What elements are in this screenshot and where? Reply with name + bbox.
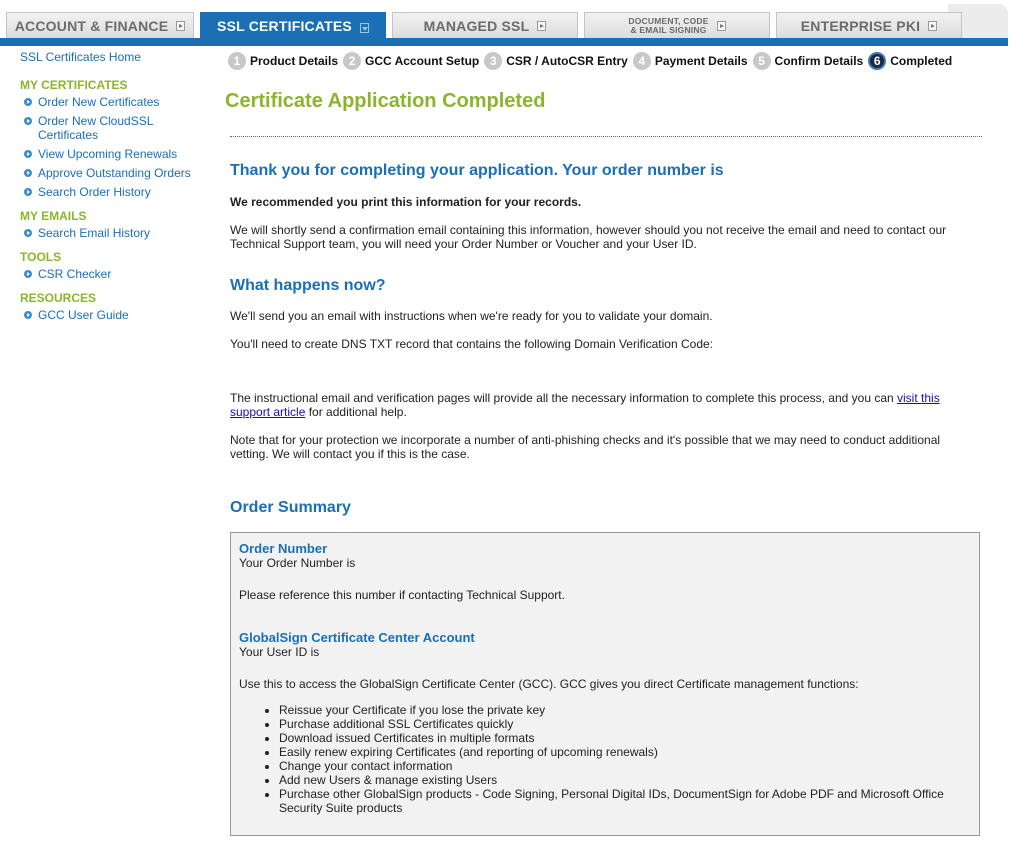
step-gcc-account-setup: 2 GCC Account Setup — [343, 52, 479, 70]
list-item: Easily renew expiring Certificates (and … — [279, 745, 959, 759]
sidebar-item-order-new-cloudssl[interactable]: Order New CloudSSL Certificates — [20, 114, 210, 142]
top-navigation: ACCOUNT & FINANCE SSL CERTIFICATES MANAG… — [0, 0, 1012, 46]
arrow-bullet-icon — [24, 98, 32, 106]
sidebar-section-my-certificates: MY CERTIFICATES Order New Certificates O… — [20, 78, 210, 199]
play-arrow-icon — [716, 20, 726, 31]
sidebar-section-title: RESOURCES — [20, 291, 97, 305]
sidebar: SSL Certificates Home MY CERTIFICATES Or… — [20, 50, 210, 332]
step-number: 3 — [484, 52, 503, 70]
tab-label: ACCOUNT & FINANCE — [14, 17, 169, 34]
play-arrow-icon — [928, 20, 938, 31]
anti-phishing-text: Note that for your protection we incorpo… — [230, 433, 941, 461]
tab-label-line2: & EMAIL SIGNING — [630, 24, 707, 35]
sidebar-item-search-email-history[interactable]: Search Email History — [20, 226, 210, 240]
sidebar-section-title: MY EMAILS — [20, 209, 87, 223]
tab-document-code-email-signing[interactable]: DOCUMENT, CODE & EMAIL SIGNING — [584, 12, 770, 38]
sidebar-item-gcc-user-guide[interactable]: GCC User Guide — [20, 308, 210, 322]
sidebar-item-label[interactable]: Order New CloudSSL Certificates — [38, 114, 168, 142]
print-notice: We recommended you print this informatio… — [230, 195, 582, 209]
arrow-bullet-icon — [24, 311, 32, 319]
tab-label: MANAGED SSL — [423, 17, 530, 34]
step-label: Payment Details — [654, 54, 748, 68]
sidebar-section-my-emails: MY EMAILS Search Email History — [20, 209, 210, 240]
confirmation-email-text: We will shortly send a confirmation emai… — [230, 223, 947, 251]
page-title: Certificate Application Completed — [225, 90, 546, 112]
step-number: 2 — [343, 52, 362, 70]
sidebar-item-approve-outstanding-orders[interactable]: Approve Outstanding Orders — [20, 166, 210, 180]
step-number: 6 — [868, 52, 887, 70]
user-id-text: Your User ID is — [239, 645, 320, 659]
sidebar-item-label[interactable]: Order New Certificates — [38, 95, 159, 109]
send-email-text: We'll send you an email with instruction… — [230, 309, 713, 323]
tab-enterprise-pki[interactable]: ENTERPRISE PKI — [776, 12, 962, 38]
sidebar-link-ssl-home[interactable]: SSL Certificates Home — [20, 50, 210, 64]
step-completed: 6 Completed — [868, 52, 952, 70]
nav-underline — [0, 38, 1008, 46]
sidebar-item-label[interactable]: Search Email History — [38, 226, 150, 240]
instructional-text-end: for additional help. — [305, 405, 407, 419]
step-number: 5 — [752, 52, 771, 70]
step-payment-details: 4 Payment Details — [632, 52, 748, 70]
arrow-bullet-icon — [24, 229, 32, 237]
step-product-details: 1 Product Details — [228, 52, 338, 70]
step-number: 1 — [228, 52, 246, 70]
list-item: Purchase additional SSL Certificates qui… — [279, 717, 959, 731]
sidebar-item-label[interactable]: GCC User Guide — [38, 308, 129, 322]
play-arrow-icon — [176, 20, 186, 31]
gcc-function-list: Reissue your Certificate if you lose the… — [279, 703, 959, 815]
tab-ssl-certificates[interactable]: SSL CERTIFICATES — [200, 12, 386, 46]
tab-label: ENTERPRISE PKI — [800, 17, 921, 34]
sidebar-item-label[interactable]: View Upcoming Renewals — [38, 147, 177, 161]
list-item: Purchase other GlobalSign products - Cod… — [279, 787, 959, 815]
what-happens-now-heading: What happens now? — [230, 277, 386, 294]
step-csr-entry: 3 CSR / AutoCSR Entry — [484, 52, 628, 70]
step-label: Product Details — [250, 54, 339, 68]
tab-label: SSL CERTIFICATES — [217, 18, 352, 34]
step-label: CSR / AutoCSR Entry — [506, 54, 628, 68]
sidebar-item-search-order-history[interactable]: Search Order History — [20, 185, 210, 199]
order-summary-box: Order Number Your Order Number is Please… — [230, 532, 980, 836]
tab-managed-ssl[interactable]: MANAGED SSL — [392, 12, 578, 38]
gcc-account-heading: GlobalSign Certificate Center Account — [239, 630, 475, 645]
list-item: Reissue your Certificate if you lose the… — [279, 703, 959, 717]
gcc-description: Use this to access the GlobalSign Certif… — [239, 677, 859, 691]
sidebar-section-title: MY CERTIFICATES — [20, 78, 128, 92]
chevron-down-icon — [359, 23, 369, 33]
dns-record-text: You'll need to create DNS TXT record tha… — [230, 337, 714, 351]
step-label: Completed — [890, 54, 953, 68]
list-item: Download issued Certificates in multiple… — [279, 731, 959, 745]
arrow-bullet-icon — [24, 150, 32, 158]
list-item: Change your contact information — [279, 759, 959, 773]
play-arrow-icon — [537, 20, 547, 31]
arrow-bullet-icon — [24, 117, 32, 125]
thank-you-heading: Thank you for completing your applicatio… — [230, 162, 724, 179]
step-label: GCC Account Setup — [365, 54, 480, 68]
sidebar-section-title: TOOLS — [20, 250, 62, 264]
sidebar-item-order-new-certificates[interactable]: Order New Certificates — [20, 95, 210, 109]
instructional-text-start: The instructional email and verification… — [230, 391, 898, 405]
arrow-bullet-icon — [24, 270, 32, 278]
progress-steps: 1 Product Details 2 GCC Account Setup 3 CSR… — [228, 52, 957, 70]
divider — [230, 136, 982, 137]
list-item: Add new Users & manage existing Users — [279, 773, 959, 787]
step-number: 4 — [632, 52, 651, 70]
tab-account-finance[interactable]: ACCOUNT & FINANCE — [6, 12, 194, 38]
sidebar-item-view-upcoming-renewals[interactable]: View Upcoming Renewals — [20, 147, 210, 161]
arrow-bullet-icon — [24, 188, 32, 196]
sidebar-section-tools: TOOLS CSR Checker — [20, 250, 210, 281]
arrow-bullet-icon — [24, 169, 32, 177]
reference-text: Please reference this number if contacti… — [239, 588, 565, 602]
order-summary-heading: Order Summary — [230, 499, 351, 516]
instructional-text: The instructional email and verification… — [230, 391, 970, 419]
sidebar-section-resources: RESOURCES GCC User Guide — [20, 291, 210, 322]
step-label: Confirm Details — [774, 54, 864, 68]
sidebar-item-label[interactable]: Approve Outstanding Orders — [38, 166, 191, 180]
sidebar-item-label[interactable]: Search Order History — [38, 185, 151, 199]
step-confirm-details: 5 Confirm Details — [752, 52, 864, 70]
sidebar-item-csr-checker[interactable]: CSR Checker — [20, 267, 210, 281]
tab-label: DOCUMENT, CODE & EMAIL SIGNING — [628, 16, 708, 35]
sidebar-item-label[interactable]: CSR Checker — [38, 267, 111, 281]
order-number-heading: Order Number — [239, 541, 328, 556]
order-number-text: Your Order Number is — [239, 556, 356, 570]
